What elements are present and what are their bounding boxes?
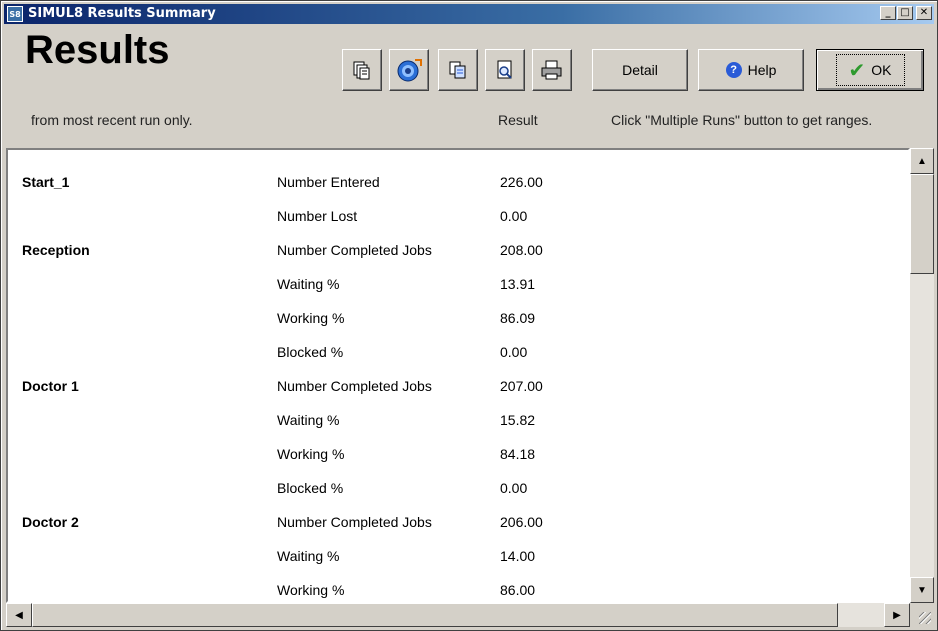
list-item: Working % 84.18 xyxy=(8,422,888,462)
detail-button-label: Detail xyxy=(622,62,658,78)
globe-refresh-icon xyxy=(397,59,422,82)
ok-button-focus: ✔ OK xyxy=(835,54,905,86)
window-title: SIMUL8 Results Summary xyxy=(28,6,216,21)
preview-icon xyxy=(497,60,512,79)
result-column-header: Result xyxy=(498,112,538,128)
copy-all-button[interactable] xyxy=(342,49,382,91)
list-item: Blocked % 0.00 xyxy=(8,456,888,496)
list-item: Blocked % 0.00 xyxy=(8,320,888,360)
printer-icon xyxy=(541,60,562,80)
scroll-right-button[interactable]: ▶ xyxy=(884,603,910,627)
simul8-app-icon[interactable]: S8 xyxy=(7,6,23,22)
list-item: Doctor 2 Number Completed Jobs 206.00 xyxy=(8,490,888,530)
copy-icon xyxy=(449,61,466,79)
multiple-runs-note: Click "Multiple Runs" button to get rang… xyxy=(611,112,873,128)
list-item: Working % 86.00 xyxy=(8,558,888,598)
list-item: Waiting % 14.00 xyxy=(8,524,888,564)
list-item: Waiting % 15.82 xyxy=(8,388,888,428)
subtitle: from most recent run only. xyxy=(31,112,193,128)
ok-button-label: OK xyxy=(871,62,892,78)
help-icon: ? xyxy=(725,62,742,78)
refresh-results-button[interactable] xyxy=(389,49,429,91)
clipboard-stack-icon xyxy=(353,61,370,80)
list-item: Reception Number Completed Jobs 208.00 xyxy=(8,218,888,258)
scroll-left-button[interactable]: ◀ xyxy=(6,603,32,627)
results-list[interactable]: Start_1 Number Entered 226.00 Number Los… xyxy=(6,148,910,603)
detail-button[interactable]: Detail xyxy=(592,49,688,91)
help-button-label: Help xyxy=(747,62,777,78)
list-item: Number Lost 0.00 xyxy=(8,184,888,224)
list-item: Start_1 Number Entered 226.00 xyxy=(8,150,888,190)
statistic-value: 86.00 xyxy=(500,582,536,598)
close-button[interactable]: ✕ xyxy=(916,6,932,20)
ok-button[interactable]: ✔ OK xyxy=(816,49,924,91)
checkmark-icon: ✔ xyxy=(848,58,866,82)
print-button[interactable] xyxy=(532,49,572,91)
vertical-scrollbar[interactable]: ▲ ▼ xyxy=(910,148,934,603)
copy-button[interactable] xyxy=(438,49,478,91)
scroll-up-button[interactable]: ▲ xyxy=(910,148,934,174)
page-title: Results xyxy=(25,28,170,72)
vertical-scroll-thumb[interactable] xyxy=(910,174,934,274)
minimize-button[interactable]: _ xyxy=(880,6,896,20)
arrow-up-icon: ▲ xyxy=(917,155,927,167)
horizontal-scroll-thumb[interactable] xyxy=(32,603,838,627)
arrow-left-icon: ◀ xyxy=(15,609,23,621)
print-preview-button[interactable] xyxy=(485,49,525,91)
list-item: Waiting % 13.91 xyxy=(8,252,888,292)
arrow-right-icon: ▶ xyxy=(893,609,901,621)
results-summary-window: S8 SIMUL8 Results Summary _ □ ✕ Results xyxy=(0,0,938,631)
statistic-label: Working % xyxy=(277,582,345,598)
list-item: Doctor 1 Number Completed Jobs 207.00 xyxy=(8,354,888,394)
resize-grip-icon[interactable] xyxy=(910,603,934,627)
help-button[interactable]: ? Help xyxy=(698,49,804,91)
title-bar[interactable]: S8 SIMUL8 Results Summary _ □ ✕ xyxy=(4,4,934,24)
list-item: Working % 86.09 xyxy=(8,286,888,326)
horizontal-scrollbar[interactable]: ◀ ▶ xyxy=(6,603,910,627)
maximize-button[interactable]: □ xyxy=(897,6,913,20)
scroll-down-button[interactable]: ▼ xyxy=(910,577,934,603)
arrow-down-icon: ▼ xyxy=(917,584,927,596)
